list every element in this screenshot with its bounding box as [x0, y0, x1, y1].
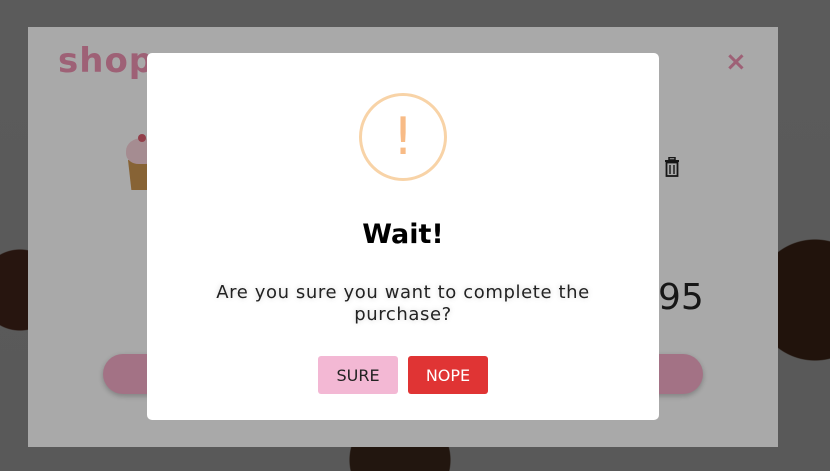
- warning-icon: !: [359, 93, 447, 181]
- confirm-dialog: ! Wait! Are you sure you want to complet…: [147, 53, 659, 420]
- sure-button[interactable]: SURE: [318, 356, 398, 394]
- dialog-title: Wait!: [362, 219, 444, 250]
- nope-button[interactable]: NOPE: [408, 356, 488, 394]
- dialog-message: Are you sure you want to complete the pu…: [216, 282, 590, 325]
